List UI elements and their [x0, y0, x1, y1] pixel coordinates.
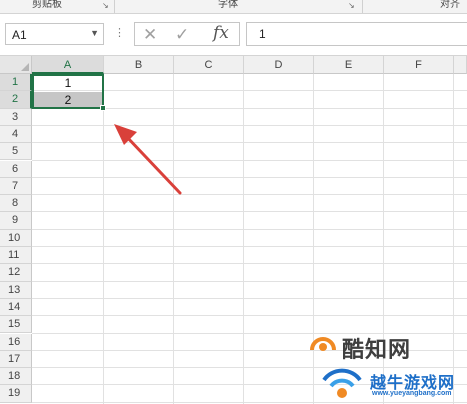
watermark-wifi-logo-icon [322, 368, 362, 398]
watermark-logo-icon [310, 337, 336, 351]
watermark-text-primary: 酷知网 [342, 337, 412, 362]
watermark-url: www.yueyangbang.com [372, 390, 452, 397]
